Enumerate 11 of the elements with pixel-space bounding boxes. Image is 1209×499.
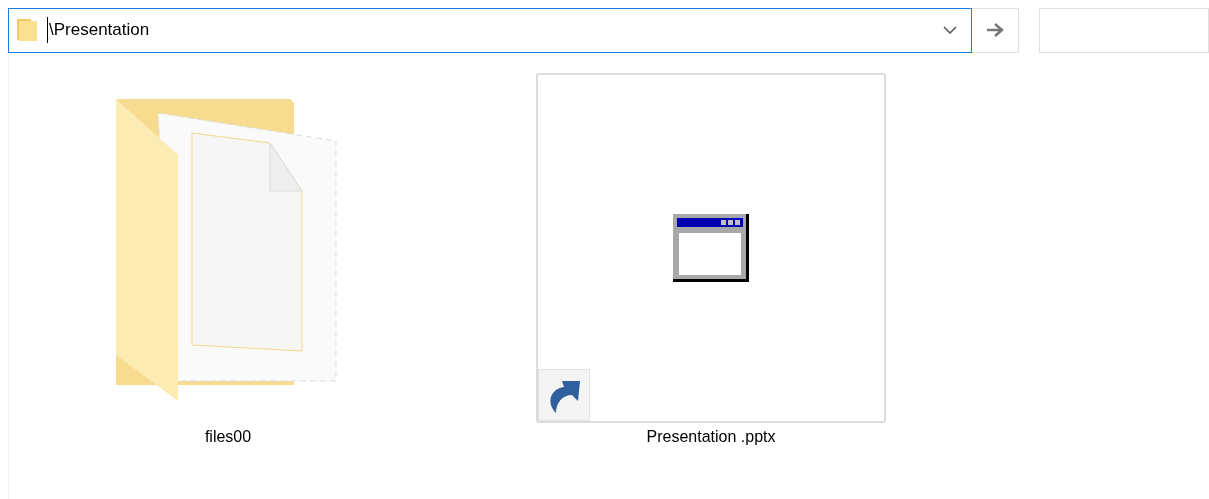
file-name: Presentation .pptx: [646, 427, 776, 447]
file-item[interactable]: files00: [53, 77, 403, 449]
file-name: files00: [204, 427, 252, 447]
arrow-right-icon: [985, 23, 1004, 37]
window-icon: [673, 214, 749, 282]
folder-icon: [17, 19, 37, 41]
address-text: \Presentation: [47, 17, 943, 43]
go-button[interactable]: [971, 7, 1019, 53]
search-field[interactable]: [1039, 7, 1209, 53]
address-bar[interactable]: \Presentation: [8, 7, 972, 53]
chevron-down-icon[interactable]: [942, 26, 957, 34]
